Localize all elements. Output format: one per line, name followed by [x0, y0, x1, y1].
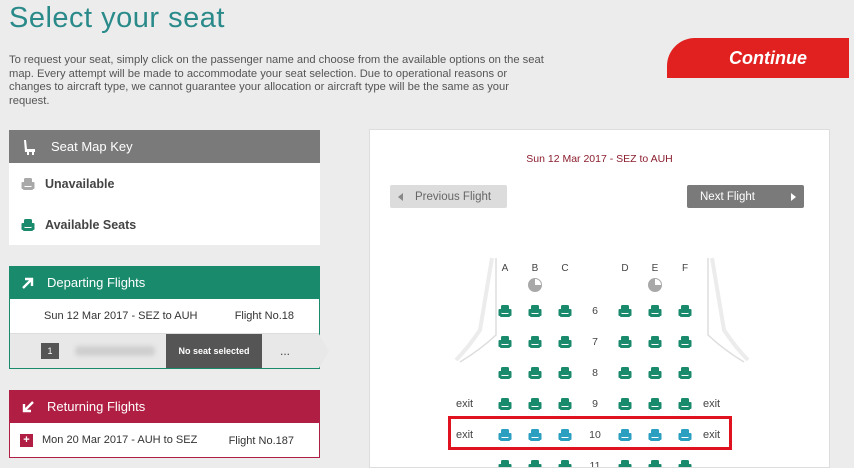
previous-flight-button[interactable]: Previous Flight: [390, 185, 507, 208]
returning-flight-row[interactable]: + Mon 20 Mar 2017 - AUH to SEZ Flight No.…: [10, 423, 319, 458]
departing-flights-title: Departing Flights: [47, 275, 146, 290]
seat-6c[interactable]: [558, 304, 572, 318]
seat-8a[interactable]: [498, 366, 512, 380]
seat-6a[interactable]: [498, 304, 512, 318]
row-number-9: 9: [592, 398, 598, 410]
column-letter-c: C: [561, 263, 569, 274]
passenger-row[interactable]: 1 No seat selected ...: [10, 334, 329, 368]
continue-button[interactable]: Continue: [667, 38, 849, 78]
arrow-down-left-icon: [22, 400, 34, 412]
seat-11e[interactable]: [648, 459, 662, 468]
seat-11f[interactable]: [678, 459, 692, 468]
arrow-up-right-icon: [22, 277, 34, 289]
departing-flights-header: Departing Flights: [9, 266, 320, 299]
departing-date-route: Sun 12 Mar 2017 - SEZ to AUH: [44, 310, 198, 322]
column-letter-d: D: [621, 263, 629, 274]
seat-8e[interactable]: [648, 366, 662, 380]
chevron-left-icon: [398, 192, 403, 201]
returning-date-route: Mon 20 Mar 2017 - AUH to SEZ: [42, 434, 198, 446]
exit-label-right-row-9: exit: [703, 398, 721, 410]
seat-7a[interactable]: [498, 335, 512, 349]
row-number-11: 11: [589, 460, 601, 468]
key-available-label: Available Seats: [45, 217, 137, 232]
seat-8f[interactable]: [678, 366, 692, 380]
column-letter-a: A: [501, 263, 509, 274]
passenger-row-pointer: [319, 334, 329, 368]
departing-flights-panel: Departing Flights Sun 12 Mar 2017 - SEZ …: [9, 266, 329, 369]
seat-map-key-panel: Seat Map Key Unavailable Available Seats: [9, 130, 320, 245]
unavailable-seat-icon: [21, 177, 35, 190]
row-number-8: 8: [592, 367, 598, 379]
seat-6b: [528, 278, 542, 292]
chevron-right-icon: [791, 192, 796, 201]
key-unavailable: Unavailable: [9, 163, 320, 204]
returning-flights-panel: Returning Flights + Mon 20 Mar 2017 - AUH…: [9, 390, 320, 458]
departing-flight-row: Sun 12 Mar 2017 - SEZ to AUH Flight No.1…: [10, 299, 319, 334]
previous-flight-label: Previous Flight: [415, 190, 492, 203]
seat-7b[interactable]: [528, 335, 542, 349]
seat-status: No seat selected: [166, 334, 262, 368]
column-letter-e: E: [651, 263, 659, 274]
row-number-7: 7: [592, 336, 598, 348]
seat-11b[interactable]: [528, 459, 542, 468]
available-seat-icon: [21, 218, 35, 231]
returning-flights-header: Returning Flights: [9, 390, 320, 423]
key-available: Available Seats: [9, 204, 320, 245]
next-flight-button[interactable]: Next Flight: [687, 185, 804, 208]
seat-11c[interactable]: [558, 459, 572, 468]
seat-6d[interactable]: [618, 304, 632, 318]
returning-flight-no: Flight No.187: [228, 434, 294, 447]
seat-6f[interactable]: [678, 304, 692, 318]
next-flight-label: Next Flight: [700, 190, 755, 203]
seat-7f[interactable]: [678, 335, 692, 349]
seat-7c[interactable]: [558, 335, 572, 349]
seat-9b[interactable]: [528, 397, 542, 411]
seat-9c[interactable]: [558, 397, 572, 411]
passenger-number: 1: [41, 343, 59, 359]
column-letter-f: F: [681, 263, 689, 274]
seat-11d[interactable]: [618, 459, 632, 468]
seat-6e-base[interactable]: [648, 304, 662, 318]
seat-map-panel: Sun 12 Mar 2017 - SEZ to AUH Previous Fl…: [369, 129, 830, 468]
row-number-6: 6: [592, 305, 598, 317]
selected-row-highlight: [448, 416, 732, 450]
seat-6b-base[interactable]: [528, 304, 542, 318]
seat-9f[interactable]: [678, 397, 692, 411]
seat-8d[interactable]: [618, 366, 632, 380]
returning-flights-title: Returning Flights: [47, 399, 146, 414]
seat-7d[interactable]: [618, 335, 632, 349]
column-letter-b: B: [531, 263, 539, 274]
seat-map-key-title: Seat Map Key: [51, 139, 133, 154]
seat-8b[interactable]: [528, 366, 542, 380]
key-unavailable-label: Unavailable: [45, 176, 115, 191]
seat-9e[interactable]: [648, 397, 662, 411]
expand-plus-icon[interactable]: +: [20, 434, 33, 447]
departing-flight-no: Flight No.18: [234, 310, 294, 322]
seat-7e[interactable]: [648, 335, 662, 349]
page-title: Select your seat: [9, 2, 225, 34]
seat-8c[interactable]: [558, 366, 572, 380]
seat-map-header: Sun 12 Mar 2017 - SEZ to AUH: [526, 153, 673, 165]
seat-icon: [24, 139, 35, 155]
passenger-name-redacted: [75, 346, 155, 356]
seat-9a[interactable]: [498, 397, 512, 411]
seat-map-key-header: Seat Map Key: [9, 130, 320, 163]
seat-9d[interactable]: [618, 397, 632, 411]
exit-label-left-row-9: exit: [456, 398, 474, 410]
intro-text: To request your seat, simply click on th…: [9, 54, 544, 107]
passenger-seat-value: ...: [280, 344, 291, 358]
seat-11a[interactable]: [498, 459, 512, 468]
seat-6e: [648, 278, 662, 292]
